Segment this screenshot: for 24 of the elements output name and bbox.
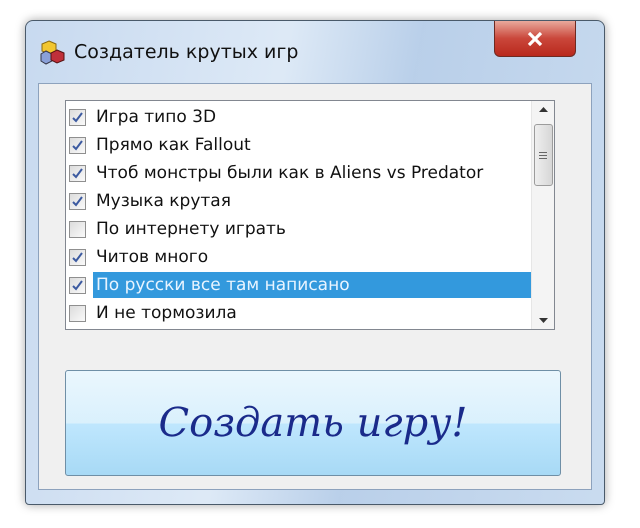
- list-item[interactable]: Игра типо 3D: [93, 104, 531, 130]
- checkbox[interactable]: [69, 164, 86, 182]
- list-item[interactable]: Музыка крутая: [93, 188, 531, 214]
- window-title: Создатель крутых игр: [74, 41, 298, 63]
- scroll-thumb[interactable]: [534, 124, 552, 186]
- checkbox[interactable]: [69, 136, 86, 154]
- up-arrow-icon: [538, 107, 548, 112]
- checkbox[interactable]: [69, 220, 86, 238]
- cubes-icon: [40, 39, 66, 65]
- create-game-button[interactable]: Создать игру!: [65, 370, 561, 476]
- close-icon: [527, 32, 543, 46]
- checkbox[interactable]: [69, 192, 86, 210]
- close-button[interactable]: [494, 21, 576, 57]
- down-arrow-icon: [538, 318, 548, 323]
- scrollbar[interactable]: [531, 101, 554, 329]
- list-item[interactable]: Читов много: [93, 244, 531, 270]
- checkbox[interactable]: [69, 276, 86, 294]
- list-item[interactable]: И не тормозила: [93, 300, 531, 326]
- list-item[interactable]: Чтоб монстры были как в Aliens vs Predator: [93, 160, 531, 186]
- checkbox[interactable]: [69, 108, 86, 126]
- list-item[interactable]: Прямо как Fallout: [93, 132, 531, 158]
- list-item[interactable]: По интернету играть: [93, 216, 531, 242]
- checkbox[interactable]: [69, 304, 86, 322]
- checkbox[interactable]: [69, 248, 86, 266]
